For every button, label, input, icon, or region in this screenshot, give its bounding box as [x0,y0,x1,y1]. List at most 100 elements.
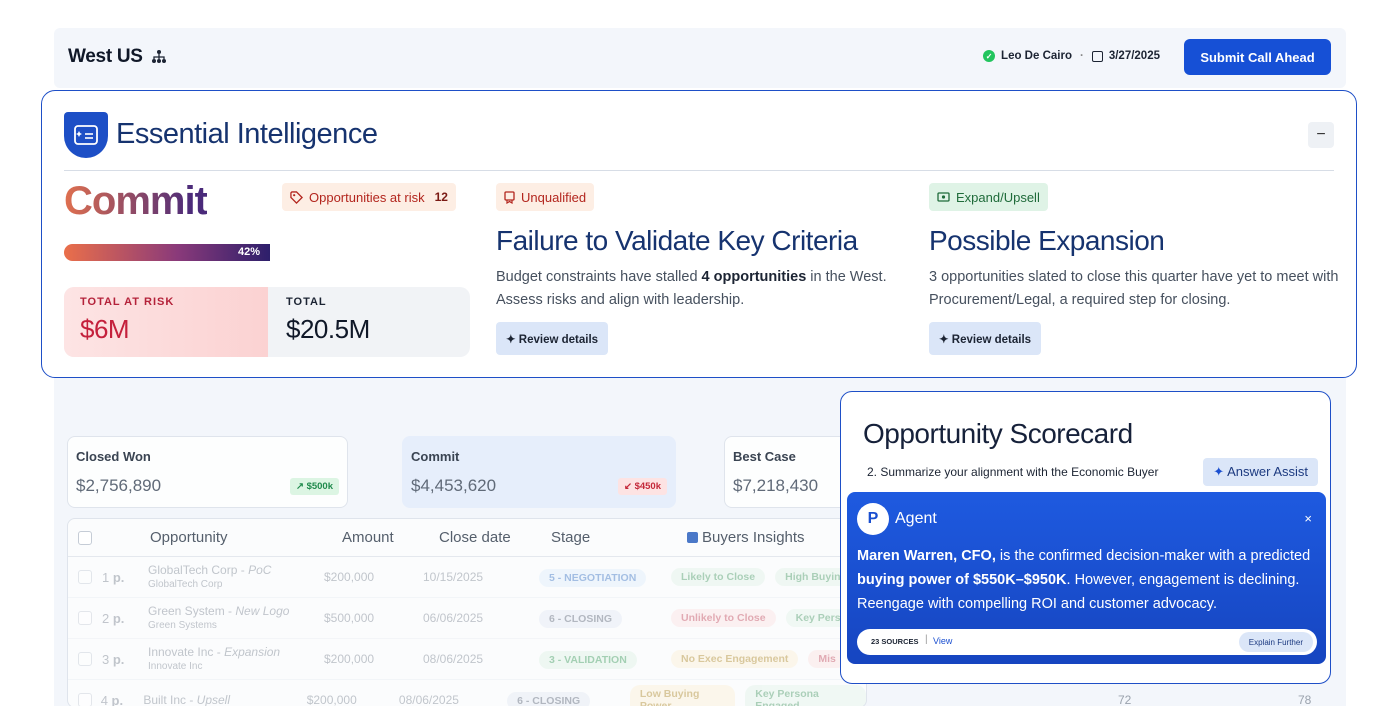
review-details-label: Review details [951,333,1032,346]
kpi-label: Commit [411,449,460,464]
row-amount: $200,000 [324,652,375,666]
col-close-date[interactable]: Close date [429,529,541,546]
sparkle-icon: ✦ [505,333,519,346]
kpi-delta: ↙ $450k [617,478,667,495]
select-all-checkbox[interactable] [78,530,92,545]
table-row[interactable]: 4 p. Built Inc - Upsell $200,000 08/06/2… [68,680,866,706]
table-row[interactable]: 2 p. Green System - New Logo Green System… [68,598,866,639]
insight-title: Possible Expansion [929,225,1165,256]
calendar-icon [1091,50,1103,62]
answer-assist-button[interactable]: ✦ Answer Assist [1203,458,1318,486]
insight-tag: Expand/Upsell [929,183,1048,211]
total: TOTAL $20.5M [268,287,388,357]
col-opportunity[interactable]: Opportunity [96,529,260,546]
insight-unqualified: Unqualified Failure to Validate Key Crit… [496,183,906,355]
kpi-delta: ↗ $500k [289,478,339,495]
insights-icon [687,532,698,543]
table-row[interactable]: 1 p. GlobalTech Corp - PoC GlobalTech Cor… [68,557,866,598]
meta-separator: · [1079,50,1084,62]
row-name: Built Inc [143,692,186,706]
row-type: Upsell [196,692,231,706]
sparkle-icon: ✦ [1213,464,1228,479]
submit-call-ahead-button[interactable]: Submit Call Ahead [1184,39,1331,75]
row-score: 78 [1298,693,1312,706]
row-date: 06/06/2025 [423,611,484,625]
col-amount[interactable]: Amount [332,529,429,546]
agent-message: Maren Warren, CFO, is the confirmed deci… [857,544,1319,616]
essential-intelligence-card: Essential Intelligence − Commit 42% TOTA… [41,90,1357,378]
table-row[interactable]: 3 p. Innovate Inc - Expansion Innovate In… [68,639,866,680]
total-value: $20.5M [286,314,370,344]
review-details-button[interactable]: ✦ Review details [929,322,1041,355]
row-score: 72 [1118,693,1132,706]
row-name: Green System [148,603,225,618]
insight-tag: Unqualified [496,183,595,211]
row-logo: p. [112,569,125,585]
forecast-category: Commit [64,179,208,223]
kpi-commit[interactable]: Commit $4,453,620 ↙ $450k [402,436,676,508]
agent-logo-icon: P [857,503,889,535]
top-bar: West US ✓ Leo De Cairo · 3/27/2025 Submi… [54,28,1346,88]
col-buyers-insights[interactable]: Buyers Insights [677,529,805,546]
user-name: Leo De Cairo [1001,50,1072,62]
row-number: 3 [102,651,110,667]
row-stage: 3 - VALIDATION [539,651,637,669]
review-details-button[interactable]: ✦ Review details [496,322,608,355]
row-type: Expansion [224,644,281,659]
total-at-risk-value: $6M [80,314,130,344]
insight-body-text: Budget constraints have stalled [496,269,702,285]
insight-body: 3 opportunities slated to close this qua… [929,269,1339,308]
total-at-risk-label: TOTAL AT RISK [80,296,175,308]
progress-label: 42% [237,246,260,258]
insight-tag-label: Expand/Upsell [956,189,1040,205]
row-insight: Low Buying Power [629,685,736,706]
row-type: New Logo [235,603,290,618]
row-number: 2 [102,610,110,626]
col-buyers-insights-label: Buyers Insights [702,529,805,546]
row-stage: 5 - NEGOTIATION [539,569,647,587]
row-stage: 6 - CLOSING [507,692,591,706]
row-insight: Likely to Close [671,568,766,586]
kpi-closed-won[interactable]: Closed Won $2,756,890 ↗ $500k [67,436,348,508]
row-checkbox[interactable] [78,611,92,625]
opportunities-at-risk-chip[interactable]: Opportunities at risk 12 [282,183,456,211]
table-header: Opportunity Amount Close date Stage Buye… [68,519,866,557]
close-icon[interactable]: × [1304,511,1312,526]
region-selector[interactable]: West US [68,46,167,68]
col-stage[interactable]: Stage [541,529,677,546]
verified-icon: ✓ [983,50,996,62]
row-checkbox[interactable] [78,693,92,706]
insight-body-highlight: 4 opportunities [701,269,807,285]
scorecard-question: 2. Summarize your alignment with the Eco… [867,465,1159,479]
opportunity-table: Opportunity Amount Close date Stage Buye… [67,518,867,706]
row-number: 1 [102,569,110,585]
date: 3/27/2025 [1108,50,1160,62]
explain-further-button[interactable]: Explain Further [1238,632,1313,652]
insight-body: Budget constraints have stalled 4 opport… [496,266,906,312]
page: West US ✓ Leo De Cairo · 3/27/2025 Submi… [0,0,1398,706]
commit-progress-bar: 42% [64,244,270,261]
row-checkbox[interactable] [78,652,92,666]
row-insight: Key Persona Engaged [745,685,866,706]
row-amount: $500,000 [324,611,375,625]
header-meta: ✓ Leo De Cairo · 3/27/2025 [983,50,1160,62]
totals-panel: TOTAL AT RISK $6M TOTAL $20.5M [64,287,470,357]
row-amount: $200,000 [324,570,375,584]
collapse-button[interactable]: − [1308,122,1334,148]
sparkle-icon: ✦ [938,333,952,346]
row-logo: p. [112,610,125,626]
hierarchy-icon [151,50,166,63]
row-checkbox[interactable] [78,570,92,584]
row-date: 08/06/2025 [398,693,459,706]
intelligence-logo-icon [64,112,108,158]
agent-message-highlight: buying power of $550K–$950K [857,572,1067,588]
agent-message-highlight: Maren Warren, CFO, [857,548,996,564]
row-stage: 6 - CLOSING [539,610,623,628]
view-sources-link[interactable]: View [933,636,952,646]
insight-expand-upsell: Expand/Upsell Possible Expansion 3 oppor… [929,183,1339,355]
agent-name: Agent [895,510,937,527]
row-type: PoC [248,562,272,577]
badge-icon [504,190,515,204]
row-company: Green Systems [148,619,217,631]
sources-separator: | [925,634,928,645]
